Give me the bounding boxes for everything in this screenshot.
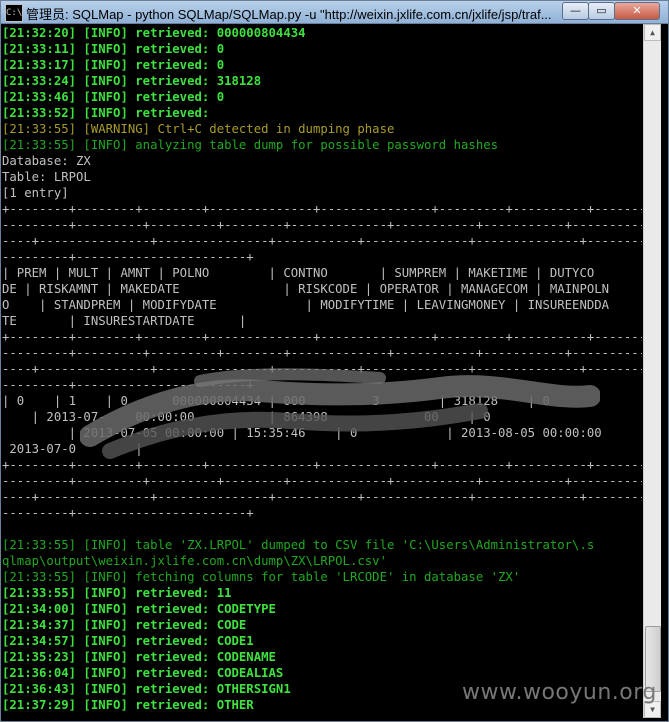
console-line: +--------+--------+--------+------------… <box>2 330 642 344</box>
console-line: ---------+-----------------------+ <box>2 506 254 520</box>
console-line: [21:33:55] [INFO] analyzing table dump f… <box>2 138 499 152</box>
console-line: ----+---------------+---------------+---… <box>2 234 642 248</box>
console-line: O | STANDPREM | MODIFYDATE | MODIFYTIME … <box>2 298 610 312</box>
console-line: [21:33:11] [INFO] retrieved: 0 <box>2 42 225 56</box>
console-line: | PREM | MULT | AMNT | POLNO | CONTNO | … <box>2 266 595 280</box>
console-line: [21:32:20] [INFO] retrieved: 00000080443… <box>2 26 306 40</box>
console-app-icon[interactable]: C:\ <box>5 4 23 22</box>
console-window: C:\ 管理员: SQLMap - python SQLMap/SQLMap.p… <box>0 0 669 722</box>
console-line: Table: LRPOL <box>2 170 91 184</box>
console-line: [21:36:04] [INFO] retrieved: CODEALIAS <box>2 666 284 680</box>
console-line: TE | INSURESTARTDATE | <box>2 314 247 328</box>
console-line: +--------+--------+--------+------------… <box>2 202 642 216</box>
console-line: [21:33:24] [INFO] retrieved: 318128 <box>2 74 262 88</box>
title-bar[interactable]: C:\ 管理员: SQLMap - python SQLMap/SQLMap.p… <box>1 1 668 24</box>
console-output[interactable]: [21:32:20] [INFO] retrieved: 00000080443… <box>2 25 642 717</box>
console-line: | 2013-07-05 00:00:00 | 15:35:46 | 0 | 2… <box>2 426 602 440</box>
console-line: ---------+---------+---------+--------+-… <box>2 474 642 488</box>
console-line: ----+---------------+---------------+---… <box>2 490 642 504</box>
console-line: [21:34:00] [INFO] retrieved: CODETYPE <box>2 602 276 616</box>
console-line: [21:33:55] [INFO] retrieved: 11 <box>2 586 232 600</box>
console-line: [21:34:57] [INFO] retrieved: CODE1 <box>2 634 254 648</box>
console-line: [21:35:23] [INFO] retrieved: CODENAME <box>2 650 276 664</box>
console-line: [21:33:52] [INFO] retrieved: <box>2 106 210 120</box>
console-line: [1 entry] <box>2 186 69 200</box>
watermark-text: www.wooyun.org <box>462 680 657 705</box>
maximize-button[interactable]: ▭ <box>588 2 615 20</box>
console-line: [21:33:17] [INFO] retrieved: 0 <box>2 58 225 72</box>
vertical-scrollbar[interactable]: ▲ ▼ <box>643 24 661 718</box>
console-line: [21:33:55] [INFO] table 'ZX.LRPOL' dumpe… <box>2 538 595 552</box>
console-line: | 0 | 1 | 0 000000804434 | 000 3 | 31812… <box>2 394 550 408</box>
console-line: ---------+---------+---------+--------+-… <box>2 218 642 232</box>
scroll-up-arrow-icon[interactable]: ▲ <box>644 24 661 41</box>
minimize-button[interactable]: — <box>562 2 589 20</box>
console-line: ---------+---------+---------+--------+-… <box>2 346 642 360</box>
console-line: DE | RISKAMNT | MAKEDATE | RISKCODE | OP… <box>2 282 610 296</box>
console-line: [21:34:37] [INFO] retrieved: CODE <box>2 618 247 632</box>
console-line: [21:33:55] [INFO] fetching columns for t… <box>2 570 521 584</box>
console-line: qlmap\output\weixin.jxlife.com.cn\dump\Z… <box>2 554 387 568</box>
close-button[interactable]: ✕ <box>614 2 660 20</box>
console-line: | 2013-07- 00:00:00 | 864398 00 | 0 <box>2 410 491 424</box>
console-line: ---------+-----------------------+ <box>2 250 254 264</box>
console-line: [21:33:46] [INFO] retrieved: 0 <box>2 90 225 104</box>
console-line: ---------+-----------------------+ <box>2 378 254 392</box>
console-line: [21:33:55] [WARNING] Ctrl+C detected in … <box>2 122 395 136</box>
console-line: 2013-07-0 | <box>2 442 143 456</box>
console-line: +--------+--------+--------+------------… <box>2 458 642 472</box>
window-title: 管理员: SQLMap - python SQLMap/SQLMap.py -u… <box>26 7 552 22</box>
console-line: Database: ZX <box>2 154 91 168</box>
console-line: ----+---------------+---------------+---… <box>2 362 642 376</box>
